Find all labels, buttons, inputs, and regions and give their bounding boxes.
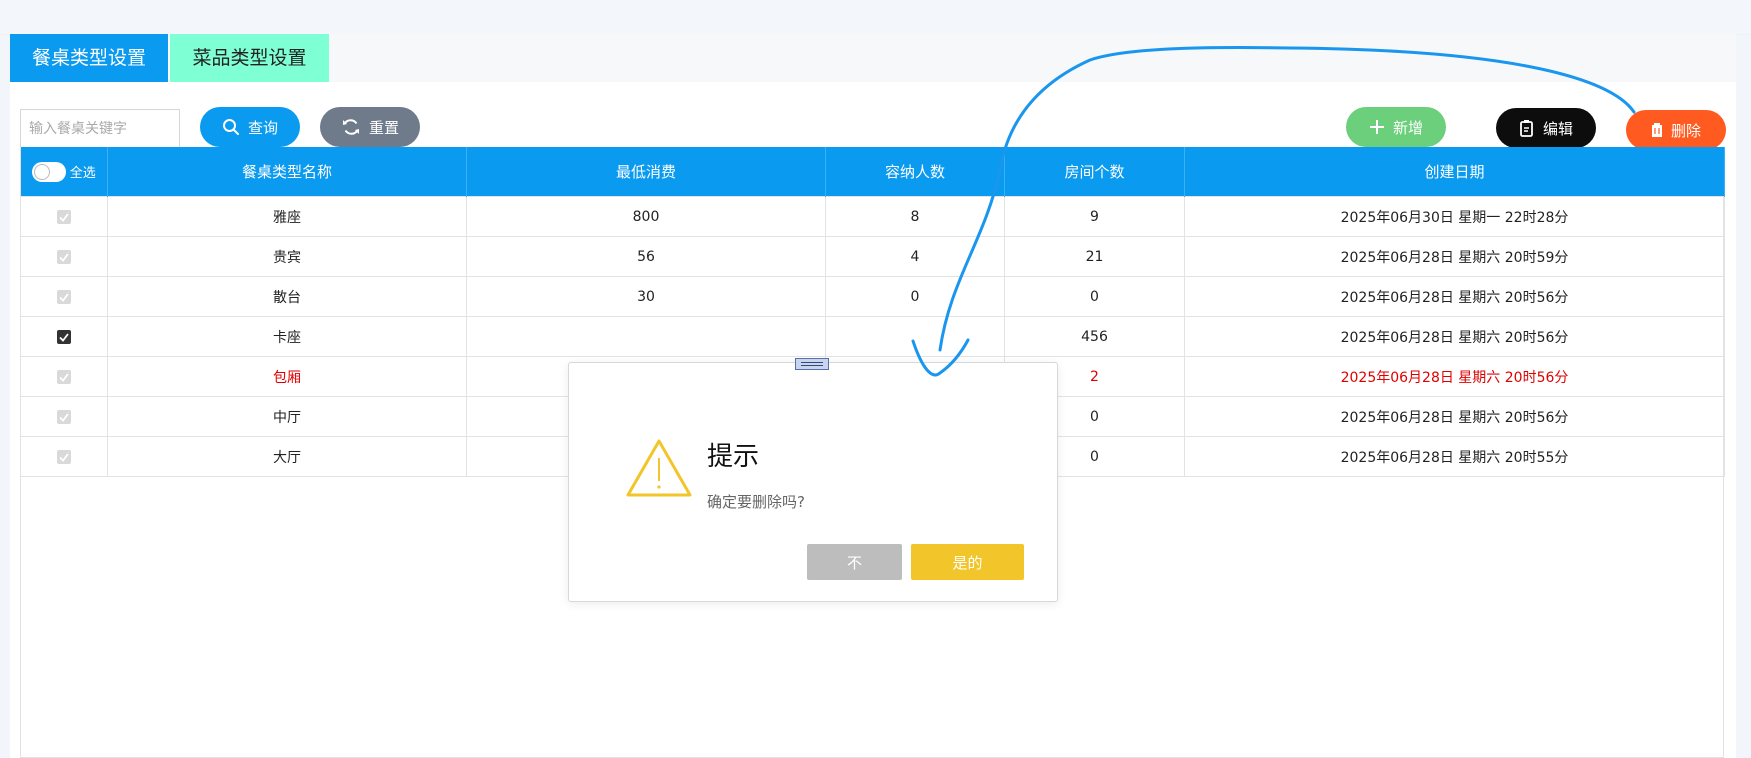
table-row[interactable]: 贵宾 56 4 21 2025年06月28日 星期六 20时59分	[20, 236, 1725, 277]
cell-created: 2025年06月28日 星期六 20时59分	[1184, 236, 1725, 277]
table-row[interactable]: 雅座 800 8 9 2025年06月30日 星期一 22时28分	[20, 196, 1725, 237]
tab-table-type-settings[interactable]: 餐桌类型设置	[10, 34, 168, 82]
cell-capacity	[825, 316, 1005, 357]
column-header-capacity: 容纳人数	[825, 147, 1005, 197]
top-band	[0, 0, 1751, 35]
row-checkbox-cell[interactable]	[20, 436, 108, 477]
row-checkbox-cell[interactable]	[20, 196, 108, 237]
delete-label: 删除	[1670, 121, 1701, 140]
clipboard-edit-icon	[1520, 120, 1533, 137]
cell-name: 贵宾	[107, 236, 467, 277]
tab-dish-type-settings[interactable]: 菜品类型设置	[170, 34, 329, 82]
row-checkbox-cell[interactable]	[20, 236, 108, 277]
refresh-icon	[342, 119, 359, 135]
tab-bar: 餐桌类型设置 菜品类型设置	[10, 34, 1736, 82]
search-icon	[222, 119, 239, 135]
table-row[interactable]: 散台 30 0 0 2025年06月28日 星期六 20时56分	[20, 276, 1725, 317]
checkbox[interactable]	[57, 249, 71, 264]
column-header-name: 餐桌类型名称	[107, 147, 467, 197]
checkbox[interactable]	[57, 449, 71, 464]
confirm-button[interactable]: 是的	[911, 544, 1024, 580]
select-all-cell[interactable]: 全选	[20, 147, 108, 197]
cell-capacity: 4	[825, 236, 1005, 277]
table-header-row: 全选 餐桌类型名称 最低消费 容纳人数 房间个数 创建日期	[20, 147, 1725, 197]
cell-rooms: 21	[1004, 236, 1185, 277]
add-label: 新增	[1392, 118, 1423, 137]
checkbox[interactable]	[57, 369, 71, 384]
select-all-toggle[interactable]	[31, 161, 66, 182]
row-checkbox-cell[interactable]	[20, 356, 108, 397]
checkbox[interactable]	[57, 209, 71, 224]
select-all-label: 全选	[69, 166, 96, 181]
cell-min-spend: 56	[466, 236, 826, 277]
cell-created: 2025年06月28日 星期六 20时55分	[1184, 436, 1725, 477]
warning-icon	[626, 439, 692, 497]
reset-label: 重置	[368, 118, 399, 137]
row-checkbox-cell[interactable]	[20, 276, 108, 317]
add-button[interactable]: 新增	[1346, 107, 1446, 147]
query-button[interactable]: 查询	[200, 107, 300, 147]
row-checkbox-cell[interactable]	[20, 396, 108, 437]
cell-name: 散台	[107, 276, 467, 317]
cell-min-spend: 800	[466, 196, 826, 237]
plus-icon	[1369, 120, 1384, 134]
column-header-rooms: 房间个数	[1004, 147, 1185, 197]
drag-handle[interactable]	[795, 358, 829, 370]
main-panel: 餐桌类型设置 菜品类型设置 查询 重置 新增 编	[10, 34, 1736, 758]
cancel-button[interactable]: 不	[807, 544, 902, 580]
column-header-min-spend: 最低消费	[466, 147, 826, 197]
checkbox[interactable]	[57, 289, 71, 304]
checkbox[interactable]	[57, 409, 71, 424]
checkbox-checked[interactable]	[57, 329, 71, 344]
cell-created: 2025年06月28日 星期六 20时56分	[1184, 316, 1725, 357]
confirm-dialog: 提示 确定要删除吗? 不 是的	[568, 358, 1058, 602]
delete-button[interactable]: 删除	[1626, 110, 1726, 150]
cell-created: 2025年06月28日 星期六 20时56分	[1184, 356, 1725, 397]
edit-button[interactable]: 编辑	[1496, 108, 1596, 148]
table-row[interactable]: 卡座 456 2025年06月28日 星期六 20时56分	[20, 316, 1725, 357]
dialog-message: 确定要删除吗?	[707, 493, 805, 511]
cell-name: 卡座	[107, 316, 467, 357]
cell-min-spend	[466, 316, 826, 357]
cell-name: 大厅	[107, 436, 467, 477]
cell-name: 雅座	[107, 196, 467, 237]
trash-icon	[1651, 123, 1662, 137]
cell-capacity: 8	[825, 196, 1005, 237]
cell-created: 2025年06月28日 星期六 20时56分	[1184, 396, 1725, 437]
cell-rooms: 9	[1004, 196, 1185, 237]
cell-capacity: 0	[825, 276, 1005, 317]
cell-rooms: 0	[1004, 276, 1185, 317]
cell-rooms: 456	[1004, 316, 1185, 357]
search-input[interactable]	[20, 109, 180, 148]
dialog-title: 提示	[707, 442, 760, 472]
cell-min-spend: 30	[466, 276, 826, 317]
cell-created: 2025年06月28日 星期六 20时56分	[1184, 276, 1725, 317]
edit-label: 编辑	[1542, 119, 1573, 138]
column-header-created: 创建日期	[1184, 147, 1725, 197]
reset-button[interactable]: 重置	[320, 107, 420, 147]
cell-name: 中厅	[107, 396, 467, 437]
row-checkbox-cell[interactable]	[20, 316, 108, 357]
query-label: 查询	[247, 118, 278, 137]
cell-created: 2025年06月30日 星期一 22时28分	[1184, 196, 1725, 237]
cell-name: 包厢	[107, 356, 467, 397]
